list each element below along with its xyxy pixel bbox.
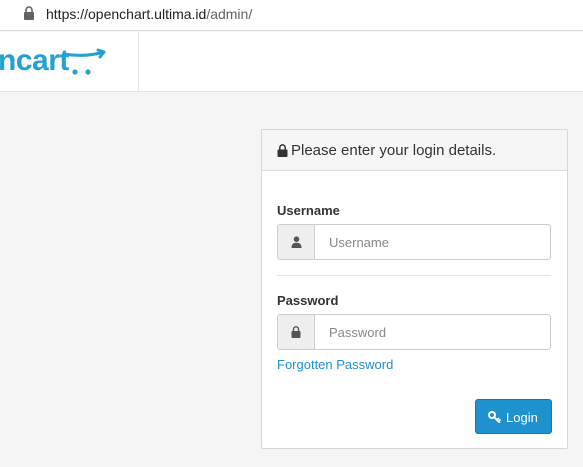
password-input[interactable]	[316, 315, 550, 349]
url-path: /admin/	[206, 6, 253, 22]
site-header: ncart	[0, 32, 583, 92]
logo-text: ncart	[0, 44, 69, 77]
login-button-label: Login	[506, 410, 538, 425]
user-icon	[291, 236, 302, 248]
lock-icon	[24, 6, 34, 20]
login-button[interactable]: Login	[475, 399, 552, 434]
lock-icon	[291, 326, 301, 338]
username-input[interactable]	[316, 225, 550, 259]
password-input-group	[277, 314, 551, 350]
forgotten-password-link[interactable]: Forgotten Password	[277, 357, 393, 372]
login-panel: Please enter your login details. Usernam…	[261, 129, 568, 449]
key-icon	[488, 411, 501, 423]
username-addon	[278, 225, 315, 259]
username-label: Username	[277, 203, 340, 218]
cart-icon	[62, 48, 106, 75]
login-title: Please enter your login details.	[291, 142, 497, 159]
browser-address-bar[interactable]: https://openchart.ultima.id/admin/	[0, 0, 583, 31]
field-separator	[277, 275, 551, 276]
url-text[interactable]: https://openchart.ultima.id/admin/	[46, 6, 252, 22]
url-host: https://openchart.ultima.id	[46, 6, 207, 22]
login-panel-heading: Please enter your login details.	[262, 130, 567, 171]
password-addon	[278, 315, 315, 349]
username-input-group	[277, 224, 551, 260]
password-label: Password	[277, 293, 339, 308]
lock-icon	[277, 144, 288, 157]
header-divider	[138, 32, 139, 92]
